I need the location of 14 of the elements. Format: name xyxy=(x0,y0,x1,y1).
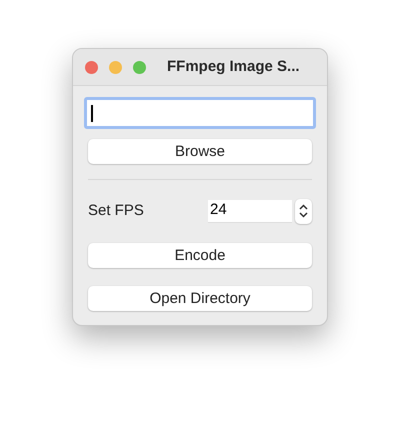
fps-field[interactable]: 24 xyxy=(208,200,292,222)
path-field[interactable] xyxy=(84,97,316,129)
fps-label: Set FPS xyxy=(88,200,145,221)
text-cursor-icon xyxy=(91,104,92,122)
window-title: FFmpeg Image S... xyxy=(167,56,300,77)
close-icon[interactable] xyxy=(85,60,98,74)
chevron-down-icon xyxy=(299,212,308,218)
chevron-up-icon xyxy=(299,204,308,210)
zoom-icon[interactable] xyxy=(133,60,146,74)
stepper[interactable] xyxy=(295,198,312,224)
minimize-icon[interactable] xyxy=(109,60,122,74)
push-button[interactable]: Browse xyxy=(88,139,312,164)
push-button[interactable]: Open Directory xyxy=(88,286,312,311)
push-button[interactable]: Encode xyxy=(88,243,312,268)
